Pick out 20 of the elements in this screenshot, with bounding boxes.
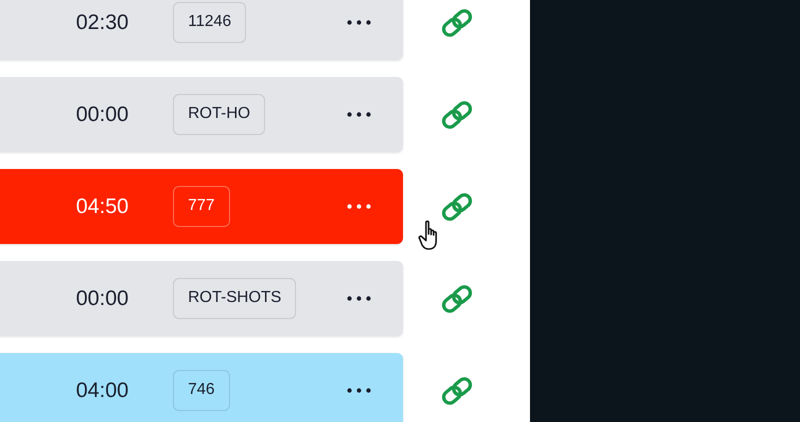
schedule-row[interactable]: 04:00 746 xyxy=(0,353,403,422)
more-icon xyxy=(347,112,371,117)
time-label: 00:00 xyxy=(76,286,130,312)
time-label: 04:50 xyxy=(76,194,130,220)
more-icon xyxy=(347,20,371,25)
tag-label: ROT-SHOTS xyxy=(173,278,296,319)
tag-label: 746 xyxy=(173,370,230,411)
tag-label: ROT-HO xyxy=(173,94,266,135)
schedule-row[interactable]: 00:00 ROT-SHOTS xyxy=(0,261,403,336)
time-label: 02:30 xyxy=(76,10,130,36)
schedule-row[interactable]: 04:50 777 xyxy=(0,169,403,244)
tag-label: 777 xyxy=(173,186,230,227)
more-icon xyxy=(347,296,371,301)
time-label: 00:00 xyxy=(76,102,130,128)
schedule-row[interactable]: 00:00 ROT-HO xyxy=(0,77,403,152)
time-label: 04:00 xyxy=(76,378,130,404)
more-icon xyxy=(347,388,371,393)
tag-label: 11246 xyxy=(173,2,246,43)
more-icon xyxy=(347,204,371,209)
schedule-row[interactable]: 02:30 11246 xyxy=(0,0,403,60)
